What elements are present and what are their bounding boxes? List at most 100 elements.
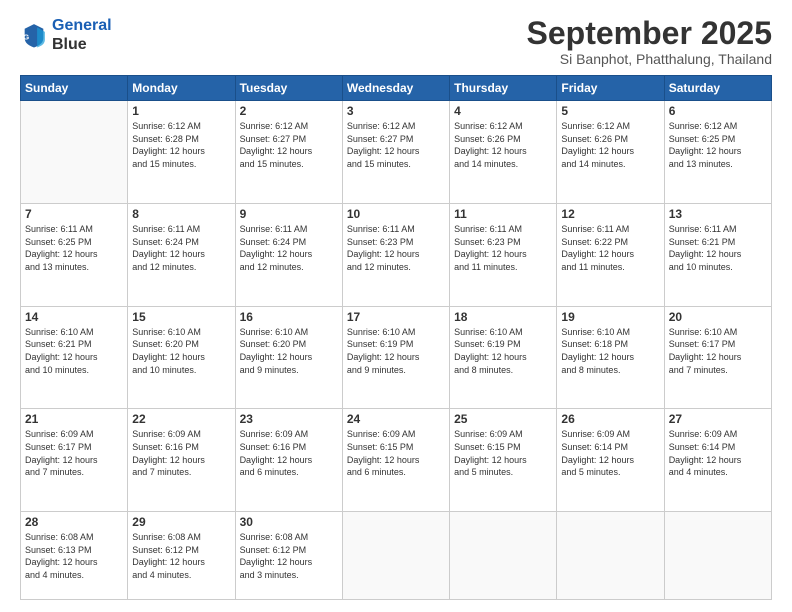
day-info: Sunrise: 6:11 AMSunset: 6:23 PMDaylight:…	[454, 223, 552, 273]
calendar-cell: 29Sunrise: 6:08 AMSunset: 6:12 PMDayligh…	[128, 512, 235, 600]
day-header-thursday: Thursday	[450, 76, 557, 101]
day-number: 29	[132, 515, 230, 529]
calendar-cell: 12 Sunrise: 6:11 AMSunset: 6:22 PMDayligh…	[557, 203, 664, 306]
logo-text: General Blue	[52, 16, 112, 54]
day-number: 30	[240, 515, 338, 529]
calendar-cell: 6 Sunrise: 6:12 AMSunset: 6:25 PMDaylight…	[664, 101, 771, 204]
day-number: 8	[132, 207, 230, 221]
day-number: 26	[561, 412, 659, 426]
day-number: 17	[347, 310, 445, 324]
day-info: Sunrise: 6:11 AMSunset: 6:21 PMDaylight:…	[669, 223, 767, 273]
day-info: Sunrise: 6:10 AMSunset: 6:17 PMDaylight:…	[669, 326, 767, 376]
calendar-cell: 21 Sunrise: 6:09 AMSunset: 6:17 PMDayligh…	[21, 409, 128, 512]
day-info: Sunrise: 6:11 AMSunset: 6:24 PMDaylight:…	[240, 223, 338, 273]
calendar-cell: 4 Sunrise: 6:12 AMSunset: 6:26 PMDaylight…	[450, 101, 557, 204]
calendar-cell: 13 Sunrise: 6:11 AMSunset: 6:21 PMDayligh…	[664, 203, 771, 306]
day-info: Sunrise: 6:12 AMSunset: 6:27 PMDaylight:…	[347, 120, 445, 170]
header: G General Blue September 2025 Si Banphot…	[20, 16, 772, 67]
day-info: Sunrise: 6:10 AMSunset: 6:19 PMDaylight:…	[454, 326, 552, 376]
day-number: 14	[25, 310, 123, 324]
calendar-cell: 22 Sunrise: 6:09 AMSunset: 6:16 PMDayligh…	[128, 409, 235, 512]
day-info: Sunrise: 6:09 AMSunset: 6:16 PMDaylight:…	[132, 428, 230, 478]
day-info: Sunrise: 6:12 AMSunset: 6:28 PMDaylight:…	[132, 120, 230, 170]
calendar-cell: 30 Sunrise: 6:08 AMSunset: 6:12 PMDayligh…	[235, 512, 342, 600]
day-number: 27	[669, 412, 767, 426]
calendar-cell: 14 Sunrise: 6:10 AMSunset: 6:21 PMDayligh…	[21, 306, 128, 409]
day-header-friday: Friday	[557, 76, 664, 101]
calendar-cell: 20 Sunrise: 6:10 AMSunset: 6:17 PMDayligh…	[664, 306, 771, 409]
calendar-week-2: 7 Sunrise: 6:11 AMSunset: 6:25 PMDaylight…	[21, 203, 772, 306]
day-number: 19	[561, 310, 659, 324]
day-number: 22	[132, 412, 230, 426]
day-info: Sunrise: 6:12 AMSunset: 6:26 PMDaylight:…	[454, 120, 552, 170]
calendar-cell: 23Sunrise: 6:09 AMSunset: 6:16 PMDayligh…	[235, 409, 342, 512]
calendar-cell: 2Sunrise: 6:12 AMSunset: 6:27 PMDaylight…	[235, 101, 342, 204]
day-number: 20	[669, 310, 767, 324]
day-info: Sunrise: 6:10 AMSunset: 6:19 PMDaylight:…	[347, 326, 445, 376]
day-info: Sunrise: 6:10 AMSunset: 6:18 PMDaylight:…	[561, 326, 659, 376]
day-info: Sunrise: 6:09 AMSunset: 6:14 PMDaylight:…	[669, 428, 767, 478]
day-info: Sunrise: 6:11 AMSunset: 6:25 PMDaylight:…	[25, 223, 123, 273]
calendar-cell: 28 Sunrise: 6:08 AMSunset: 6:13 PMDayligh…	[21, 512, 128, 600]
day-number: 1	[132, 104, 230, 118]
day-header-monday: Monday	[128, 76, 235, 101]
day-info: Sunrise: 6:09 AMSunset: 6:14 PMDaylight:…	[561, 428, 659, 478]
calendar-cell: 26 Sunrise: 6:09 AMSunset: 6:14 PMDayligh…	[557, 409, 664, 512]
day-header-sunday: Sunday	[21, 76, 128, 101]
title-block: September 2025 Si Banphot, Phatthalung, …	[527, 16, 772, 67]
calendar-cell: 18 Sunrise: 6:10 AMSunset: 6:19 PMDayligh…	[450, 306, 557, 409]
logo: G General Blue	[20, 16, 112, 54]
calendar-cell	[664, 512, 771, 600]
day-number: 9	[240, 207, 338, 221]
day-info: Sunrise: 6:12 AMSunset: 6:26 PMDaylight:…	[561, 120, 659, 170]
calendar-header-row: SundayMondayTuesdayWednesdayThursdayFrid…	[21, 76, 772, 101]
day-number: 3	[347, 104, 445, 118]
day-number: 21	[25, 412, 123, 426]
calendar-week-1: 1 Sunrise: 6:12 AMSunset: 6:28 PMDaylight…	[21, 101, 772, 204]
calendar-cell	[450, 512, 557, 600]
day-info: Sunrise: 6:09 AMSunset: 6:15 PMDaylight:…	[454, 428, 552, 478]
calendar-page: G General Blue September 2025 Si Banphot…	[0, 0, 792, 612]
day-header-wednesday: Wednesday	[342, 76, 449, 101]
day-info: Sunrise: 6:09 AMSunset: 6:17 PMDaylight:…	[25, 428, 123, 478]
calendar-cell: 8Sunrise: 6:11 AMSunset: 6:24 PMDaylight…	[128, 203, 235, 306]
calendar-cell: 3 Sunrise: 6:12 AMSunset: 6:27 PMDaylight…	[342, 101, 449, 204]
logo-icon: G	[20, 21, 48, 49]
calendar-cell: 16Sunrise: 6:10 AMSunset: 6:20 PMDayligh…	[235, 306, 342, 409]
day-info: Sunrise: 6:12 AMSunset: 6:27 PMDaylight:…	[240, 120, 338, 170]
day-info: Sunrise: 6:08 AMSunset: 6:12 PMDaylight:…	[240, 531, 338, 581]
calendar-cell: 25 Sunrise: 6:09 AMSunset: 6:15 PMDayligh…	[450, 409, 557, 512]
day-number: 11	[454, 207, 552, 221]
day-info: Sunrise: 6:08 AMSunset: 6:13 PMDaylight:…	[25, 531, 123, 581]
day-number: 18	[454, 310, 552, 324]
day-info: Sunrise: 6:10 AMSunset: 6:20 PMDaylight:…	[132, 326, 230, 376]
day-info: Sunrise: 6:10 AMSunset: 6:21 PMDaylight:…	[25, 326, 123, 376]
calendar-cell	[557, 512, 664, 600]
day-number: 24	[347, 412, 445, 426]
day-header-saturday: Saturday	[664, 76, 771, 101]
day-number: 13	[669, 207, 767, 221]
day-number: 28	[25, 515, 123, 529]
day-info: Sunrise: 6:11 AMSunset: 6:22 PMDaylight:…	[561, 223, 659, 273]
day-number: 15	[132, 310, 230, 324]
day-number: 12	[561, 207, 659, 221]
calendar-cell: 24Sunrise: 6:09 AMSunset: 6:15 PMDayligh…	[342, 409, 449, 512]
day-info: Sunrise: 6:12 AMSunset: 6:25 PMDaylight:…	[669, 120, 767, 170]
day-number: 16	[240, 310, 338, 324]
day-number: 4	[454, 104, 552, 118]
calendar-cell: 27 Sunrise: 6:09 AMSunset: 6:14 PMDayligh…	[664, 409, 771, 512]
day-number: 25	[454, 412, 552, 426]
subtitle: Si Banphot, Phatthalung, Thailand	[527, 51, 772, 67]
calendar-cell	[342, 512, 449, 600]
calendar-cell: 19 Sunrise: 6:10 AMSunset: 6:18 PMDayligh…	[557, 306, 664, 409]
calendar-week-4: 21 Sunrise: 6:09 AMSunset: 6:17 PMDayligh…	[21, 409, 772, 512]
calendar-cell: 1 Sunrise: 6:12 AMSunset: 6:28 PMDaylight…	[128, 101, 235, 204]
day-info: Sunrise: 6:11 AMSunset: 6:23 PMDaylight:…	[347, 223, 445, 273]
day-number: 7	[25, 207, 123, 221]
day-info: Sunrise: 6:09 AMSunset: 6:16 PMDaylight:…	[240, 428, 338, 478]
calendar-week-3: 14 Sunrise: 6:10 AMSunset: 6:21 PMDayligh…	[21, 306, 772, 409]
day-header-tuesday: Tuesday	[235, 76, 342, 101]
day-number: 10	[347, 207, 445, 221]
day-number: 5	[561, 104, 659, 118]
day-number: 6	[669, 104, 767, 118]
